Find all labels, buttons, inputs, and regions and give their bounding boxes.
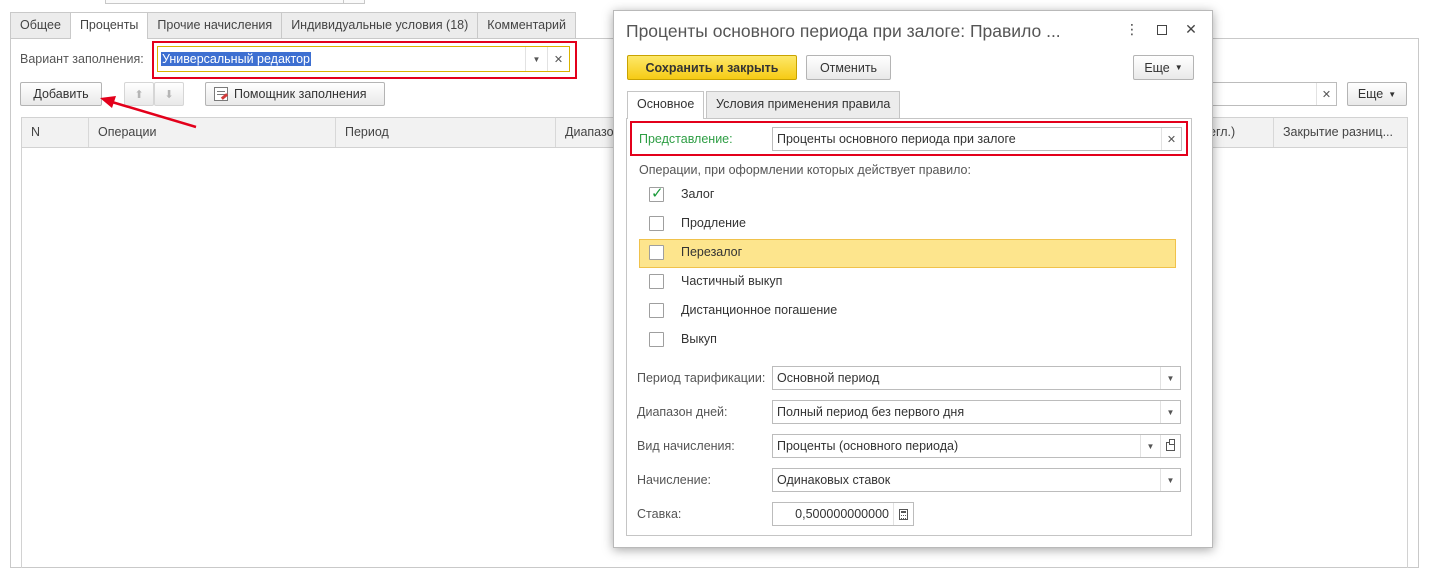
grid-col-period[interactable]: Период [336, 118, 556, 147]
accrual-dropdown-button[interactable]: ▼ [1160, 469, 1180, 491]
dialog-more-label: Еще [1144, 60, 1170, 75]
operation-row-buyout[interactable]: Выкуп [639, 326, 1176, 355]
open-in-window-icon[interactable] [1160, 435, 1180, 457]
grid-col-operations[interactable]: Операции [89, 118, 336, 147]
add-button[interactable]: Добавить [20, 82, 102, 106]
presentation-value: Проценты основного периода при залоге [777, 132, 1016, 146]
fill-variant-label: Вариант заполнения: [20, 52, 144, 66]
operation-label: Продление [681, 216, 746, 230]
operation-label: Залог [681, 187, 715, 201]
top-strip [343, 0, 365, 4]
operation-label: Выкуп [681, 332, 717, 346]
tariff-period-label: Период тарификации: [637, 371, 766, 385]
operation-checkbox[interactable] [649, 216, 664, 231]
operation-row-pledge[interactable]: ✓ Залог [639, 181, 1176, 210]
operation-checkbox[interactable] [649, 303, 664, 318]
move-up-button[interactable]: ⬆ [124, 82, 154, 106]
tariff-period-value: Основной период [777, 371, 880, 385]
maximize-icon[interactable] [1153, 22, 1171, 38]
tariff-period-dropdown-button[interactable]: ▼ [1160, 367, 1180, 389]
main-tabs: Общее Проценты Прочие начисления Индивид… [10, 12, 577, 39]
operation-label: Перезалог [681, 245, 743, 259]
operation-checkbox[interactable]: ✓ [649, 185, 664, 202]
rate-field[interactable]: 0,500000000000 [772, 502, 914, 526]
arrow-down-icon: ⬇ [164, 88, 174, 101]
tab-interest[interactable]: Проценты [69, 12, 149, 39]
tab-main[interactable]: Основное [627, 91, 705, 119]
rate-label: Ставка: [637, 507, 682, 521]
operation-row-partial-buyout[interactable]: Частичный выкуп [639, 268, 1176, 297]
arrow-up-icon: ⬆ [134, 88, 144, 101]
tab-other-accruals[interactable]: Прочие начисления [147, 12, 283, 38]
tab-comment[interactable]: Комментарий [477, 12, 577, 38]
operation-row-extension[interactable]: Продление [639, 210, 1176, 239]
wizard-icon [214, 87, 229, 101]
presentation-field[interactable]: Проценты основного периода при залоге ✕ [772, 127, 1182, 151]
main-more-label: Еще [1357, 87, 1384, 101]
tab-individual-conditions[interactable]: Индивидуальные условия (18) [281, 12, 479, 38]
fill-variant-selected-text: Универсальный редактор [161, 52, 311, 66]
days-range-field[interactable]: Полный период без первого дня ▼ [772, 400, 1181, 424]
presentation-label: Представление: [639, 132, 733, 146]
operation-checkbox[interactable] [649, 274, 664, 289]
operations-label: Операции, при оформлении которых действу… [639, 163, 971, 177]
operation-checkbox[interactable] [649, 245, 664, 260]
accrual-type-dropdown-button[interactable]: ▼ [1140, 435, 1160, 457]
presentation-clear-button[interactable]: ✕ [1161, 128, 1181, 150]
calculator-icon[interactable] [893, 503, 913, 525]
grid-col-partial[interactable]: егл.) [1207, 118, 1274, 147]
checkmark-icon: ✓ [651, 185, 664, 202]
accrual-type-field[interactable]: Проценты (основного периода) ▼ [772, 434, 1181, 458]
move-down-button[interactable]: ⬇ [154, 82, 184, 106]
cancel-button[interactable]: Отменить [806, 55, 891, 80]
accrual-value: Одинаковых ставок [777, 473, 891, 487]
fill-variant-clear-button[interactable]: ✕ [547, 47, 569, 71]
main-more-button[interactable]: Еще ▼ [1347, 82, 1407, 106]
operation-row-repledge[interactable]: Перезалог [639, 239, 1176, 268]
more-vertical-icon[interactable]: ⋮ [1123, 21, 1141, 38]
days-range-dropdown-button[interactable]: ▼ [1160, 401, 1180, 423]
rate-value: 0,500000000000 [795, 507, 889, 521]
chevron-down-icon: ▼ [1174, 63, 1183, 72]
grid-search-clear-button[interactable]: ✕ [1316, 83, 1336, 105]
grid-col-diff-closing[interactable]: Закрытие разниц... [1274, 118, 1407, 147]
tariff-period-field[interactable]: Основной период ▼ [772, 366, 1181, 390]
operation-label: Дистанционное погашение [681, 303, 838, 317]
accrual-field[interactable]: Одинаковых ставок ▼ [772, 468, 1181, 492]
fill-wizard-label: Помощник заполнения [234, 87, 367, 101]
close-icon[interactable]: ✕ [1182, 21, 1200, 38]
operation-label: Частичный выкуп [681, 274, 783, 288]
grid-search-field[interactable]: ✕ [1195, 82, 1337, 106]
tab-application-conditions[interactable]: Условия применения правила [706, 91, 901, 118]
operation-row-remote-repayment[interactable]: Дистанционное погашение [639, 297, 1176, 326]
fill-variant-dropdown-button[interactable]: ▼ [525, 47, 547, 71]
top-strip [105, 0, 365, 4]
tab-general[interactable]: Общее [10, 12, 71, 38]
fill-variant-value: Универсальный редактор [158, 52, 525, 66]
rule-dialog: Проценты основного периода при залоге: П… [613, 10, 1213, 548]
days-range-label: Диапазон дней: [637, 405, 728, 419]
dialog-more-button[interactable]: Еще ▼ [1133, 55, 1194, 80]
save-and-close-button[interactable]: Сохранить и закрыть [627, 55, 797, 80]
grid-col-n[interactable]: N [22, 118, 89, 147]
days-range-value: Полный период без первого дня [777, 405, 965, 419]
fill-wizard-button[interactable]: Помощник заполнения [205, 82, 385, 106]
accrual-label: Начисление: [637, 473, 712, 487]
dialog-title: Проценты основного периода при залоге: П… [626, 21, 1061, 41]
chevron-down-icon: ▼ [1388, 89, 1397, 99]
operation-checkbox[interactable] [649, 332, 664, 347]
accrual-type-label: Вид начисления: [637, 439, 735, 453]
accrual-type-value: Проценты (основного периода) [777, 439, 959, 453]
fill-variant-field[interactable]: Универсальный редактор ▼ ✕ [157, 46, 570, 72]
